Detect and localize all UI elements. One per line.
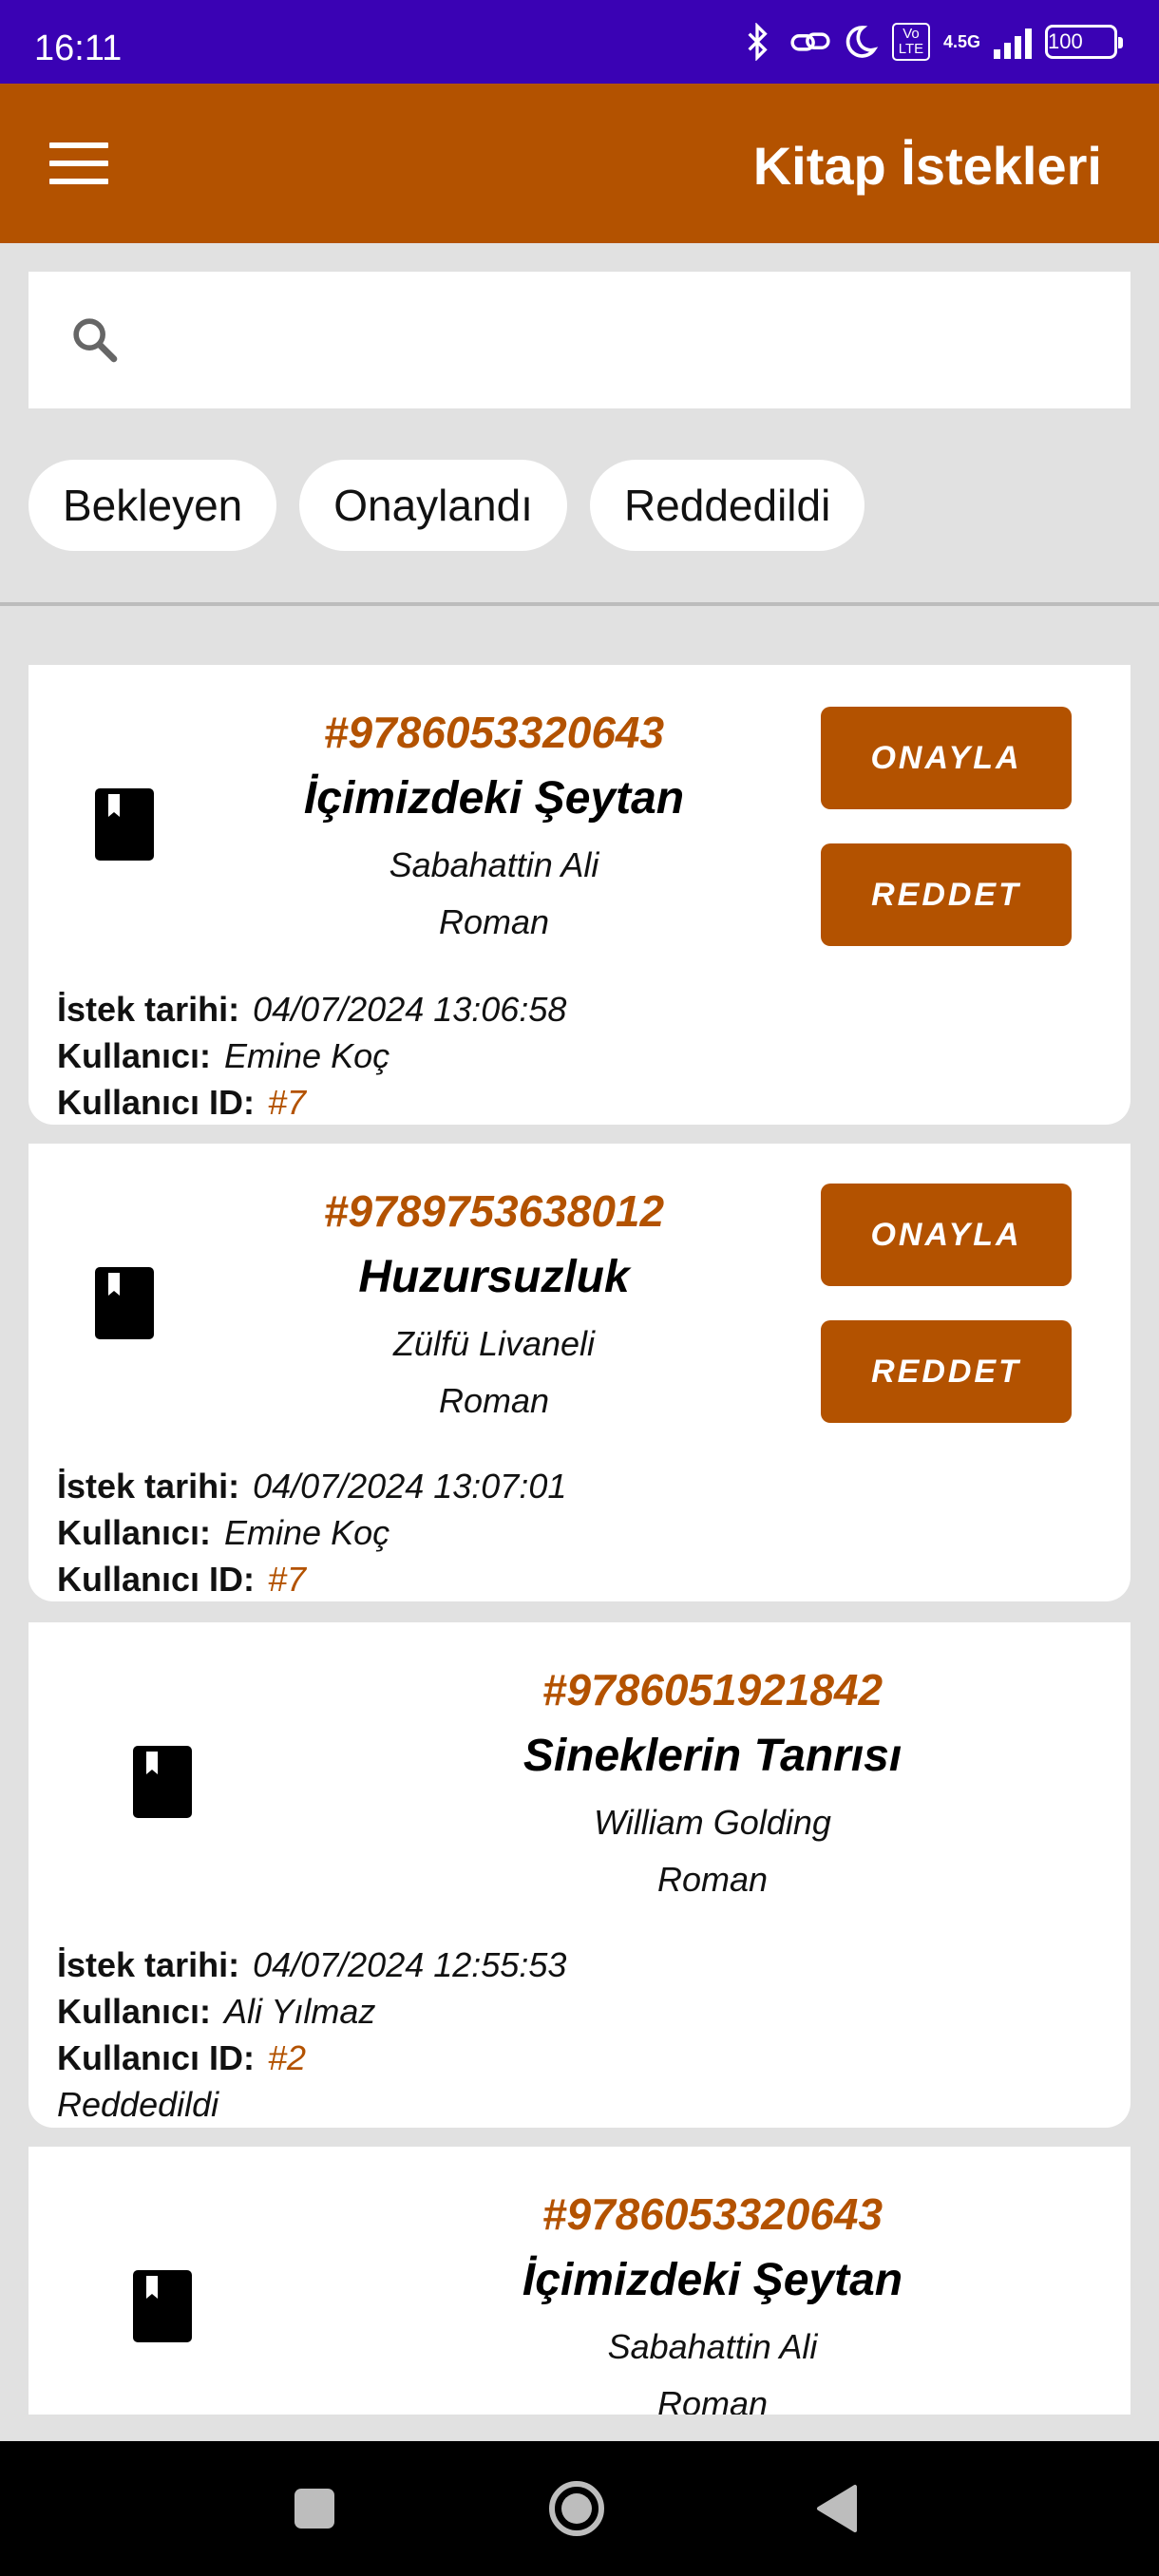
page-title: Kitap İstekleri	[752, 136, 1102, 196]
reject-button[interactable]: REDDET	[821, 843, 1072, 946]
book-title: Sineklerin Tanrısı	[522, 1731, 902, 1781]
search-input[interactable]	[152, 300, 1102, 380]
back-icon[interactable]	[815, 2483, 859, 2534]
volte-badge: Vo LTE	[891, 23, 930, 61]
search-bar	[28, 272, 1130, 408]
request-date: 04/07/2024 13:07:01	[253, 1467, 567, 1506]
request-card: #9786053320643 İçimizdeki Şeytan Sabahat…	[28, 2147, 1130, 2415]
user-name: Ali Yılmaz	[224, 1992, 376, 2031]
book-genre: Roman	[656, 2384, 769, 2415]
book-info: #9786053320643 İçimizdeki Şeytan Sabahat…	[190, 707, 798, 942]
hamburger-menu-icon[interactable]	[49, 142, 108, 184]
user-label: Kullanıcı:	[57, 1513, 212, 1552]
request-card: #9789753638012 Huzursuzluk Zülfü Livanel…	[28, 1144, 1130, 1601]
book-title: İçimizdeki Şeytan	[522, 2255, 903, 2305]
approve-button[interactable]: ONAYLA	[821, 1184, 1072, 1286]
book-genre: Roman	[438, 1381, 550, 1420]
book-genre: Roman	[438, 902, 550, 941]
request-list[interactable]: #9786053320643 İçimizdeki Şeytan Sabahat…	[28, 665, 1130, 2415]
book-isbn: #9786053320643	[542, 2189, 884, 2239]
user-id: #7	[268, 1083, 307, 1122]
recents-icon[interactable]	[293, 2487, 336, 2530]
user-id: #7	[268, 1560, 307, 1599]
book-icon	[95, 788, 154, 861]
book-isbn: #9786051921842	[542, 1665, 884, 1714]
user-id-label: Kullanıcı ID:	[57, 1083, 256, 1122]
request-date-label: İstek tarihi:	[57, 1467, 240, 1506]
user-label: Kullanıcı:	[57, 1036, 212, 1075]
request-date-label: İstek tarihi:	[57, 1945, 240, 1984]
bluetooth-icon	[738, 22, 776, 62]
user-id-label: Kullanıcı ID:	[57, 2038, 256, 2077]
approve-button[interactable]: ONAYLA	[821, 707, 1072, 809]
request-meta: İstek tarihi: 04/07/2024 13:06:58 Kullanı…	[57, 986, 566, 1125]
book-genre: Roman	[656, 1860, 769, 1899]
request-card: #9786053320643 İçimizdeki Şeytan Sabahat…	[28, 665, 1130, 1125]
book-author: Zülfü Livaneli	[392, 1324, 596, 1363]
book-author: William Golding	[594, 1803, 831, 1842]
app-bar: Kitap İstekleri	[0, 84, 1159, 243]
request-meta: İstek tarihi: 04/07/2024 13:07:01 Kullanı…	[57, 1463, 566, 1601]
book-isbn: #9786053320643	[323, 708, 665, 757]
status-bar: 16:11 Vo LTE 4.5G 100	[0, 0, 1159, 84]
user-label: Kullanıcı:	[57, 1992, 212, 2031]
book-author: Sabahattin Ali	[389, 845, 599, 884]
signal-icon	[994, 25, 1032, 59]
book-isbn: #9789753638012	[323, 1186, 665, 1236]
book-icon	[133, 2270, 192, 2342]
filter-chip-rejected[interactable]: Reddedildi	[589, 460, 865, 551]
status-icons: Vo LTE 4.5G 100	[738, 22, 1123, 62]
user-id-label: Kullanıcı ID:	[57, 1560, 256, 1599]
book-icon	[133, 1746, 192, 1818]
filter-chip-pending[interactable]: Bekleyen	[28, 460, 277, 551]
book-title: Huzursuzluk	[358, 1252, 630, 1302]
book-icon	[95, 1267, 154, 1339]
book-author: Sabahattin Ali	[607, 2327, 818, 2366]
link-icon	[789, 23, 830, 61]
user-id: #2	[268, 2038, 307, 2077]
request-date: 04/07/2024 12:55:53	[253, 1945, 567, 1984]
book-info: #9786051921842 Sineklerin Tanrısı Willia…	[380, 1664, 1045, 1900]
request-card: #9786051921842 Sineklerin Tanrısı Willia…	[28, 1622, 1130, 2128]
search-icon	[73, 318, 118, 363]
book-title: İçimizdeki Şeytan	[303, 773, 685, 824]
battery-icon: 100	[1045, 25, 1123, 59]
network-type: 4.5G	[942, 32, 980, 51]
divider	[0, 602, 1159, 606]
filter-chips: Bekleyen Onaylandı Reddedildi	[28, 460, 865, 551]
battery-level: 100	[1048, 29, 1083, 53]
filter-chip-approved[interactable]: Onaylandı	[299, 460, 567, 551]
request-meta: İstek tarihi: 04/07/2024 12:55:53 Kullanı…	[57, 1941, 566, 2128]
status-label: Reddedildi	[57, 2085, 219, 2124]
user-name: Emine Koç	[224, 1036, 390, 1075]
book-info: #9789753638012 Huzursuzluk Zülfü Livanel…	[190, 1185, 798, 1421]
status-time: 16:11	[34, 28, 123, 68]
request-date-label: İstek tarihi:	[57, 990, 240, 1029]
moon-icon	[841, 23, 879, 61]
reject-button[interactable]: REDDET	[821, 1320, 1072, 1423]
book-info: #9786053320643 İçimizdeki Şeytan Sabahat…	[380, 2188, 1045, 2415]
home-icon[interactable]	[547, 2479, 606, 2538]
system-nav-bar	[0, 2441, 1159, 2576]
request-date: 04/07/2024 13:06:58	[253, 990, 567, 1029]
user-name: Emine Koç	[224, 1513, 390, 1552]
